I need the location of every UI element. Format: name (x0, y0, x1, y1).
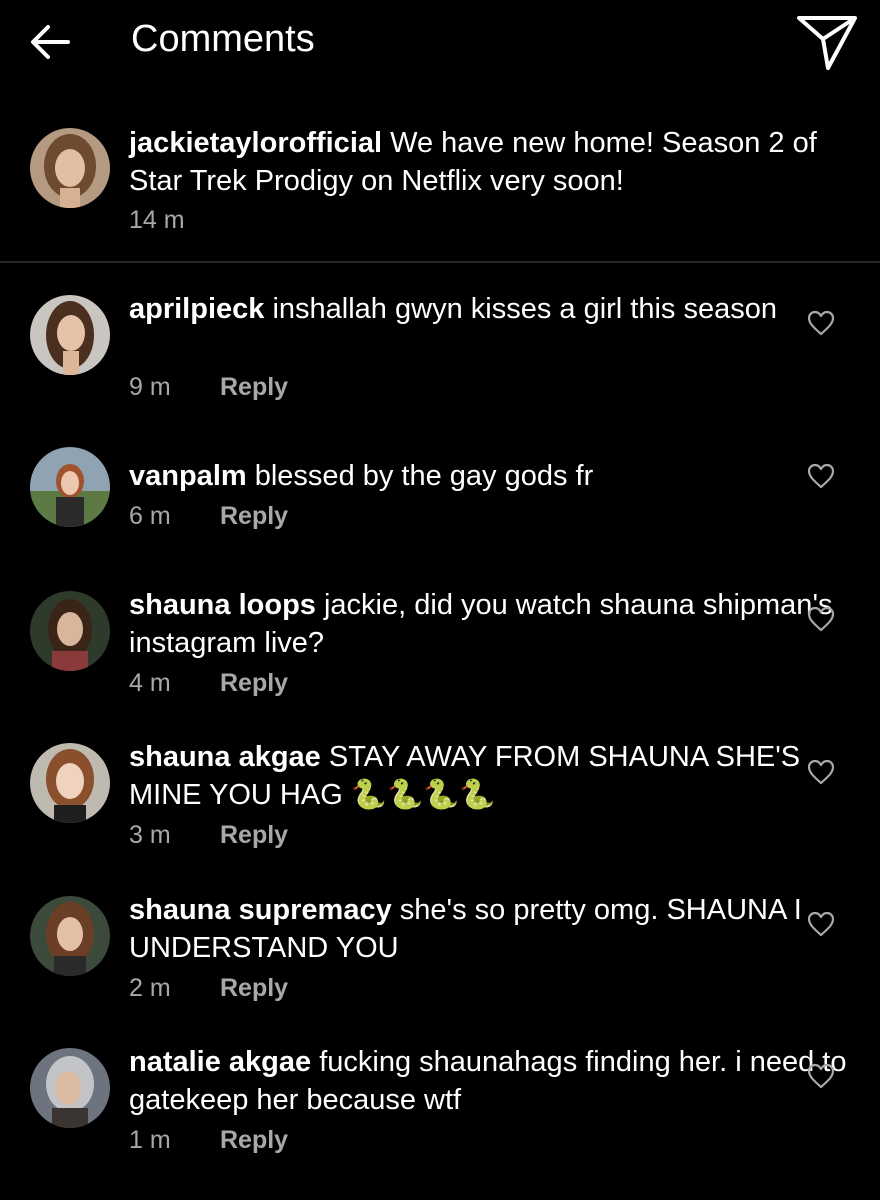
comment-timestamp: 1 m (129, 1126, 171, 1154)
reply-button[interactable]: Reply (220, 502, 288, 531)
comment-username[interactable]: vanpalm (129, 460, 247, 492)
heart-icon[interactable] (807, 1063, 835, 1089)
caption-username[interactable]: jackietaylorofficial (129, 127, 382, 159)
avatar[interactable] (30, 743, 110, 823)
comment-meta: 1 m Reply (129, 1126, 288, 1155)
avatar[interactable] (30, 1048, 110, 1128)
comment-text: vanpalm blessed by the gay gods fr (129, 457, 864, 495)
divider (0, 261, 880, 263)
comment-meta: 2 m Reply (129, 974, 288, 1003)
back-arrow-icon[interactable] (28, 20, 72, 64)
comment-text: aprilpieck inshallah gwyn kisses a girl … (129, 290, 864, 328)
comment-timestamp: 6 m (129, 502, 171, 530)
post-caption: jackietaylorofficial We have new home! S… (0, 118, 880, 261)
reply-button[interactable]: Reply (220, 669, 288, 698)
avatar[interactable] (30, 896, 110, 976)
comment-text: shauna loops jackie, did you watch shaun… (129, 586, 864, 662)
reply-button[interactable]: Reply (220, 373, 288, 402)
comment-username[interactable]: shauna supremacy (129, 894, 392, 926)
comment-meta: 3 m Reply (129, 821, 288, 850)
page-title: Comments (131, 18, 315, 60)
comment-meta: 4 m Reply (129, 669, 288, 698)
comment-meta: 6 m Reply (129, 502, 288, 531)
caption-timestamp: 14 m (129, 206, 185, 234)
comment-timestamp: 2 m (129, 974, 171, 1002)
top-bar: Comments (0, 0, 880, 84)
comment-text: shauna supremacy she's so pretty omg. SH… (129, 891, 864, 967)
comment-username[interactable]: shauna akgae (129, 741, 321, 773)
comment-meta: 9 m Reply (129, 373, 288, 402)
comment-username[interactable]: shauna loops (129, 589, 316, 621)
heart-icon[interactable] (807, 463, 835, 489)
comment-text: natalie akgae fucking shaunahags finding… (129, 1043, 864, 1119)
comment-timestamp: 3 m (129, 821, 171, 849)
comment-text: shauna akgae STAY AWAY FROM SHAUNA SHE'S… (129, 738, 864, 814)
reply-button[interactable]: Reply (220, 1126, 288, 1155)
reply-button[interactable]: Reply (220, 974, 288, 1003)
heart-icon[interactable] (807, 606, 835, 632)
comment-timestamp: 9 m (129, 373, 171, 401)
comment-username[interactable]: aprilpieck (129, 293, 264, 325)
comment-username[interactable]: natalie akgae (129, 1046, 311, 1078)
avatar[interactable] (30, 591, 110, 671)
comment-body: blessed by the gay gods fr (254, 460, 594, 492)
reply-button[interactable]: Reply (220, 821, 288, 850)
caption-text: jackietaylorofficial We have new home! S… (129, 124, 864, 200)
comment-body: inshallah gwyn kisses a girl this season (272, 293, 777, 325)
share-direct-icon[interactable] (796, 14, 858, 72)
heart-icon[interactable] (807, 759, 835, 785)
heart-icon[interactable] (807, 310, 835, 336)
avatar[interactable] (30, 128, 110, 208)
comment-timestamp: 4 m (129, 669, 171, 697)
avatar[interactable] (30, 447, 110, 527)
heart-icon[interactable] (807, 911, 835, 937)
avatar[interactable] (30, 295, 110, 375)
